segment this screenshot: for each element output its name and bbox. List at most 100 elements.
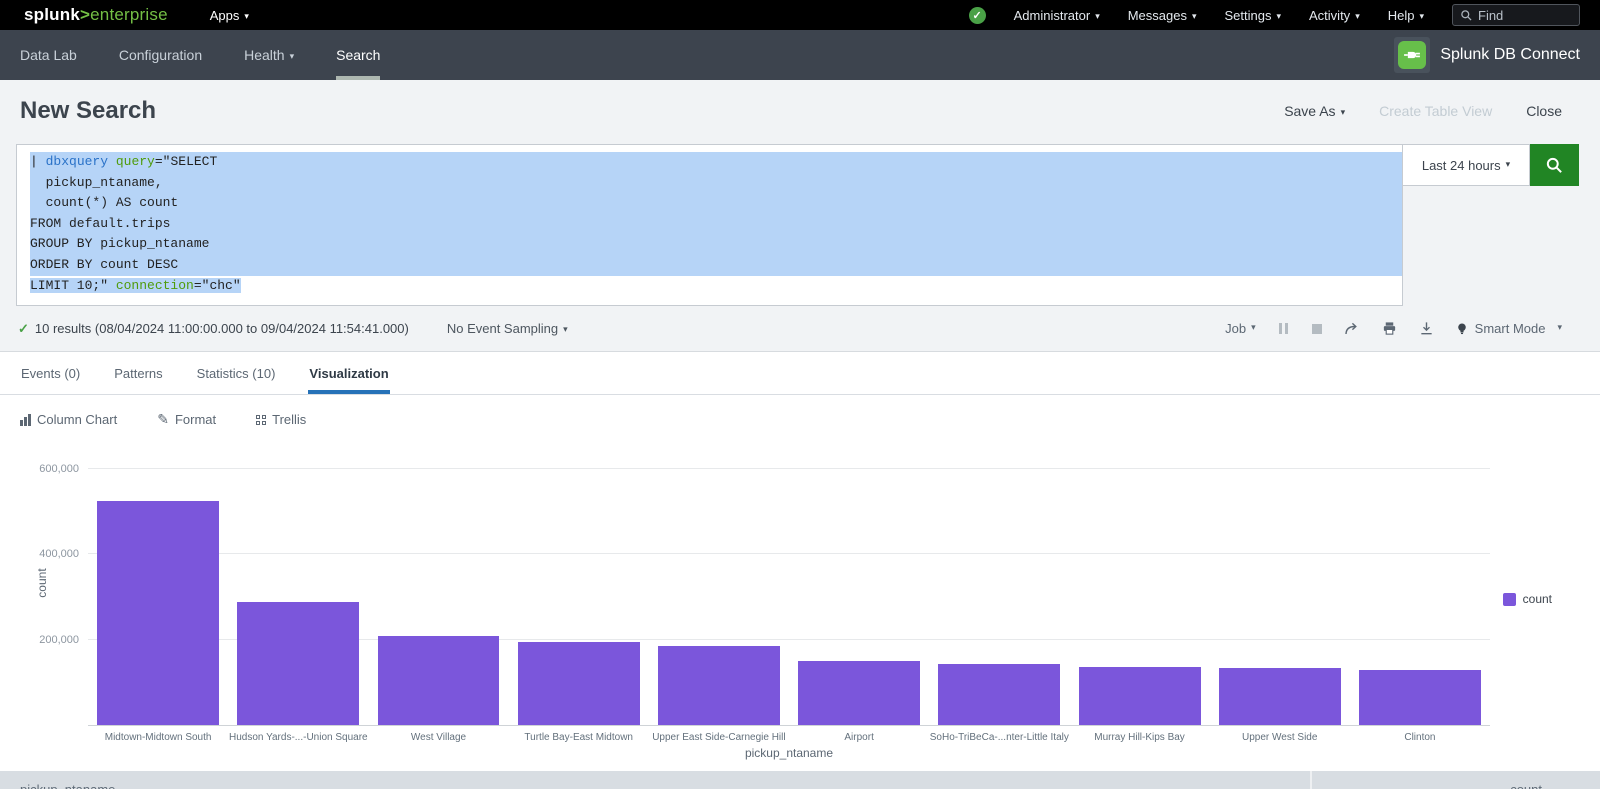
administrator-menu[interactable]: Administrator▾ <box>1014 8 1100 23</box>
tab-events[interactable]: Events (0) <box>20 352 81 394</box>
bar[interactable] <box>378 636 500 725</box>
bar[interactable] <box>1359 670 1481 725</box>
y-tick-label: 400,000 <box>39 548 79 560</box>
bar-slot: SoHo-TriBeCa-...nter-Little Italy <box>929 449 1069 725</box>
create-table-view-button[interactable]: Create Table View <box>1379 103 1492 119</box>
app-nav-bar: Data Lab Configuration Health▾ Search Sp… <box>0 30 1600 80</box>
results-tabs: Events (0) Patterns Statistics (10) Visu… <box>0 352 1600 395</box>
bulb-icon <box>1456 322 1468 336</box>
bar[interactable] <box>1079 667 1201 725</box>
search-icon <box>1545 156 1564 175</box>
app-identity[interactable]: Splunk DB Connect <box>1394 37 1580 73</box>
chevron-down-icon: ▾ <box>1506 159 1511 170</box>
x-category-label: Turtle Bay-East Midtown <box>509 732 649 743</box>
close-button[interactable]: Close <box>1526 103 1562 119</box>
splunk-logo[interactable]: splunk>enterprise <box>24 5 168 25</box>
trellis-button[interactable]: Trellis <box>256 412 306 427</box>
chevron-down-icon: ▾ <box>1341 107 1346 117</box>
activity-menu[interactable]: Activity▾ <box>1309 8 1360 23</box>
bar-slot: Turtle Bay-East Midtown <box>509 449 649 725</box>
x-category-label: Upper East Side-Carnegie Hill <box>649 732 789 743</box>
chart-type-picker[interactable]: Column Chart <box>20 412 117 427</box>
results-summary: 10 results (08/04/2024 11:00:00.000 to 0… <box>35 321 409 336</box>
print-icon[interactable] <box>1382 321 1397 336</box>
bar[interactable] <box>1219 668 1341 725</box>
chevron-down-icon: ▾ <box>244 11 249 21</box>
search-mode-dropdown[interactable]: Smart Mode▾ <box>1456 321 1562 336</box>
x-category-label: West Village <box>368 732 508 743</box>
share-icon[interactable] <box>1344 321 1360 337</box>
chart-plot: count pickup_ntaname 200,000400,000600,0… <box>88 449 1490 726</box>
bar[interactable] <box>518 642 640 725</box>
stop-icon[interactable] <box>1312 324 1322 334</box>
pause-icon[interactable] <box>1278 323 1290 334</box>
export-icon[interactable] <box>1419 321 1434 336</box>
event-sampling-dropdown[interactable]: No Event Sampling▾ <box>447 321 568 336</box>
bar-slot: Upper West Side <box>1210 449 1350 725</box>
bar[interactable] <box>798 661 920 725</box>
chevron-down-icon: ▾ <box>290 51 295 61</box>
messages-menu[interactable]: Messages▾ <box>1128 8 1197 23</box>
bar[interactable] <box>938 664 1060 725</box>
nav-item-configuration[interactable]: Configuration <box>119 30 202 80</box>
tab-visualization[interactable]: Visualization <box>308 352 389 394</box>
statistics-table-header: pickup_ntaname count <box>0 771 1600 789</box>
help-menu[interactable]: Help▾ <box>1388 8 1424 23</box>
find-search-box[interactable] <box>1452 4 1580 26</box>
x-category-label: SoHo-TriBeCa-...nter-Little Italy <box>929 732 1069 743</box>
nav-item-health[interactable]: Health▾ <box>244 30 294 80</box>
logo-enterprise-text: enterprise <box>90 5 168 24</box>
x-category-label: Hudson Yards-...-Union Square <box>228 732 368 743</box>
legend-label: count <box>1523 592 1552 606</box>
search-submit-button[interactable] <box>1530 144 1579 186</box>
save-as-button[interactable]: Save As▾ <box>1284 103 1345 119</box>
column-chart-icon <box>20 414 31 426</box>
bar[interactable] <box>658 646 780 725</box>
column-header-pickup-ntaname[interactable]: pickup_ntaname <box>0 771 1310 789</box>
x-category-label: Midtown-Midtown South <box>88 732 228 743</box>
bar[interactable] <box>97 501 219 725</box>
job-menu[interactable]: Job▾ <box>1225 321 1256 336</box>
x-axis-title: pickup_ntaname <box>88 746 1490 760</box>
bar-slot: Clinton <box>1350 449 1490 725</box>
find-input[interactable] <box>1478 8 1568 23</box>
x-category-label: Airport <box>789 732 929 743</box>
y-axis-title: count <box>35 553 49 613</box>
nav-item-search[interactable]: Search <box>336 30 380 80</box>
tab-patterns[interactable]: Patterns <box>113 352 163 394</box>
legend-item-count[interactable]: count <box>1503 592 1552 606</box>
tab-statistics[interactable]: Statistics (10) <box>196 352 277 394</box>
db-connect-app-icon <box>1394 37 1430 73</box>
query-editor[interactable]: | dbxquery query="SELECT pickup_ntaname,… <box>16 144 1403 306</box>
x-category-label: Clinton <box>1350 732 1490 743</box>
results-check-icon: ✓ <box>18 321 29 337</box>
legend-swatch <box>1503 593 1516 606</box>
chevron-down-icon: ▾ <box>1557 322 1562 333</box>
chevron-down-icon: ▾ <box>1095 11 1100 21</box>
column-header-count[interactable]: count <box>1310 771 1600 789</box>
health-status-icon[interactable]: ✓ <box>969 7 986 24</box>
settings-menu[interactable]: Settings▾ <box>1225 8 1282 23</box>
bar-slot: Airport <box>789 449 929 725</box>
chevron-down-icon: ▾ <box>1251 322 1256 333</box>
bar[interactable] <box>237 602 359 725</box>
bar-slot: West Village <box>368 449 508 725</box>
bar-slot: Hudson Yards-...-Union Square <box>228 449 368 725</box>
chevron-down-icon: ▾ <box>1276 11 1281 21</box>
logo-gt: > <box>80 5 90 24</box>
nav-item-data-lab[interactable]: Data Lab <box>20 30 77 80</box>
apps-menu[interactable]: Apps▾ <box>210 8 249 23</box>
search-icon <box>1460 9 1473 22</box>
chevron-down-icon: ▾ <box>1355 11 1360 21</box>
trellis-icon <box>256 415 266 425</box>
visualization-toolbar: Column Chart ✎ Format Trellis <box>0 395 1600 440</box>
chevron-down-icon: ▾ <box>563 324 568 334</box>
y-tick-label: 200,000 <box>39 634 79 646</box>
format-button[interactable]: ✎ Format <box>157 411 216 428</box>
pencil-icon: ✎ <box>157 411 169 428</box>
column-chart: count pickup_ntaname 200,000 400,000 600,0… <box>0 440 1600 758</box>
y-tick-label: 600,000 <box>39 463 79 475</box>
time-range-picker[interactable]: Last 24 hours▾ <box>1403 144 1530 186</box>
search-section: New Search Save As▾ Create Table View Cl… <box>0 80 1600 352</box>
bars-container: Midtown-Midtown SouthHudson Yards-...-Un… <box>88 449 1490 725</box>
